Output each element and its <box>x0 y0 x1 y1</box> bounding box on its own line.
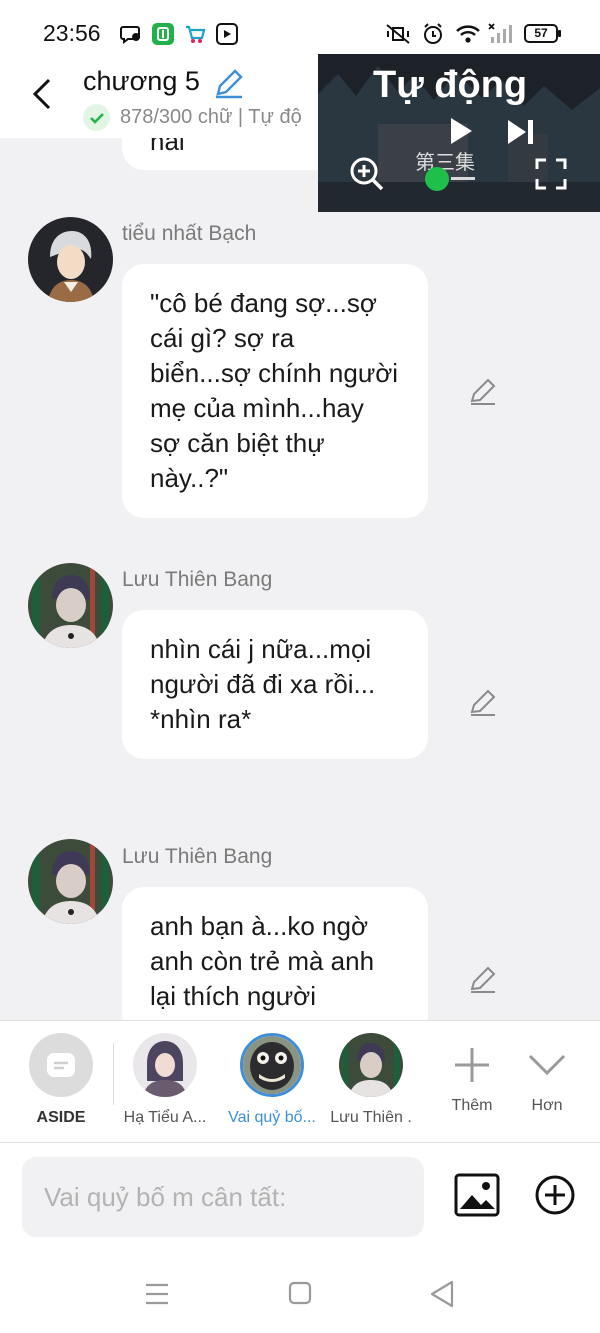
status-time: 23:56 <box>43 20 101 46</box>
alarm-icon <box>421 22 445 46</box>
home-icon[interactable] <box>288 1281 312 1310</box>
character-label: Lưu Thiên . <box>330 1109 412 1126</box>
divider <box>113 1043 114 1105</box>
menu-icon[interactable] <box>144 1281 170 1312</box>
chevron-down-icon <box>517 1033 577 1097</box>
message-input[interactable] <box>22 1157 424 1237</box>
add-circle-icon[interactable] <box>534 1174 576 1221</box>
floating-video-player[interactable]: Tự động 第三集 <box>318 54 600 212</box>
message-text: hai <box>150 138 185 156</box>
character-label: ASIDE <box>36 1109 86 1126</box>
character-aside[interactable]: ASIDE <box>24 1033 98 1127</box>
avatar-luu-thien-bang[interactable] <box>28 839 113 924</box>
back-nav-icon[interactable] <box>429 1280 455 1313</box>
speaker-name: Lưu Thiên Bang <box>122 845 273 868</box>
add-character-button[interactable]: Thêm <box>442 1033 502 1115</box>
character-bar: ASIDE Hạ Tiểu A... Vai quỷ bố... Lưu Thi… <box>0 1020 600 1142</box>
volume-toggle[interactable] <box>425 167 449 191</box>
more-characters-button[interactable]: Hơn <box>517 1033 577 1115</box>
edit-message-icon[interactable] <box>467 375 499 407</box>
chapter-title: chương 5 <box>83 66 200 96</box>
video-title: Tự động <box>373 64 528 106</box>
signal-icon <box>488 22 516 46</box>
character-avatar <box>339 1033 403 1097</box>
wifi-icon <box>455 22 481 46</box>
battery-icon: 57 <box>524 24 561 43</box>
message-text: nhìn cái j nữa...mọi người đã đi xa rồi.… <box>150 634 376 734</box>
edit-message-icon[interactable] <box>467 686 499 718</box>
pencil-icon[interactable] <box>212 66 246 105</box>
system-nav-bar <box>0 1260 600 1333</box>
composer <box>0 1142 600 1260</box>
image-icon[interactable] <box>454 1173 500 1222</box>
character-label: Hạ Tiểu A... <box>123 1109 207 1126</box>
volume-track[interactable] <box>451 177 475 180</box>
message-bubble-partial: hai <box>122 138 342 170</box>
play-icon[interactable] <box>448 116 474 151</box>
character-label: Vai quỷ bố... <box>228 1109 316 1126</box>
message-bubble[interactable]: anh bạn à...ko ngờ anh còn trẻ mà anh lạ… <box>122 887 428 1020</box>
avatar-tieu-nhat-bach[interactable] <box>28 217 113 302</box>
character-ha-tieu-a[interactable]: Hạ Tiểu A... <box>119 1033 211 1127</box>
edit-message-icon[interactable] <box>467 963 499 995</box>
aside-icon <box>29 1033 93 1097</box>
character-avatar-selected <box>240 1033 304 1097</box>
check-icon <box>83 104 110 131</box>
skip-next-icon[interactable] <box>506 118 536 151</box>
play-app-icon <box>216 23 238 45</box>
word-count-status: 878/300 chữ | Tự độ <box>120 106 302 128</box>
message-bubble[interactable]: nhìn cái j nữa...mọi người đã đi xa rồi.… <box>122 610 428 759</box>
character-luu-thien-bang[interactable]: Lưu Thiên . <box>328 1033 414 1127</box>
speaker-name: Lưu Thiên Bang <box>122 568 273 591</box>
green-app-icon <box>152 23 174 45</box>
plus-icon <box>442 1033 502 1097</box>
avatar-luu-thien-bang[interactable] <box>28 563 113 648</box>
status-bar: 23:56 57 <box>0 0 600 62</box>
chat-app-icon <box>120 23 142 45</box>
character-avatar <box>133 1033 197 1097</box>
mute-vibrate-icon <box>384 22 412 46</box>
message-text: anh bạn à...ko ngờ anh còn trẻ mà anh lạ… <box>150 911 375 1011</box>
more-label: Hơn <box>531 1097 563 1114</box>
speaker-name: tiểu nhất Bạch <box>122 222 257 245</box>
fullscreen-icon[interactable] <box>535 158 567 195</box>
message-text: "cô bé đang sợ...sợ cái gì? sợ ra biển..… <box>150 288 399 493</box>
chevron-left-icon <box>32 78 51 110</box>
chat-area[interactable]: hai tiểu nhất Bạch "cô bé đang sợ...sợ c… <box>0 138 600 1020</box>
back-button[interactable] <box>24 76 60 112</box>
cart-app-icon <box>184 23 206 45</box>
zoom-in-icon[interactable] <box>349 156 385 197</box>
character-vai-quy-bo[interactable]: Vai quỷ bố... <box>224 1033 320 1127</box>
message-bubble[interactable]: "cô bé đang sợ...sợ cái gì? sợ ra biển..… <box>122 264 428 518</box>
add-label: Thêm <box>451 1097 493 1114</box>
